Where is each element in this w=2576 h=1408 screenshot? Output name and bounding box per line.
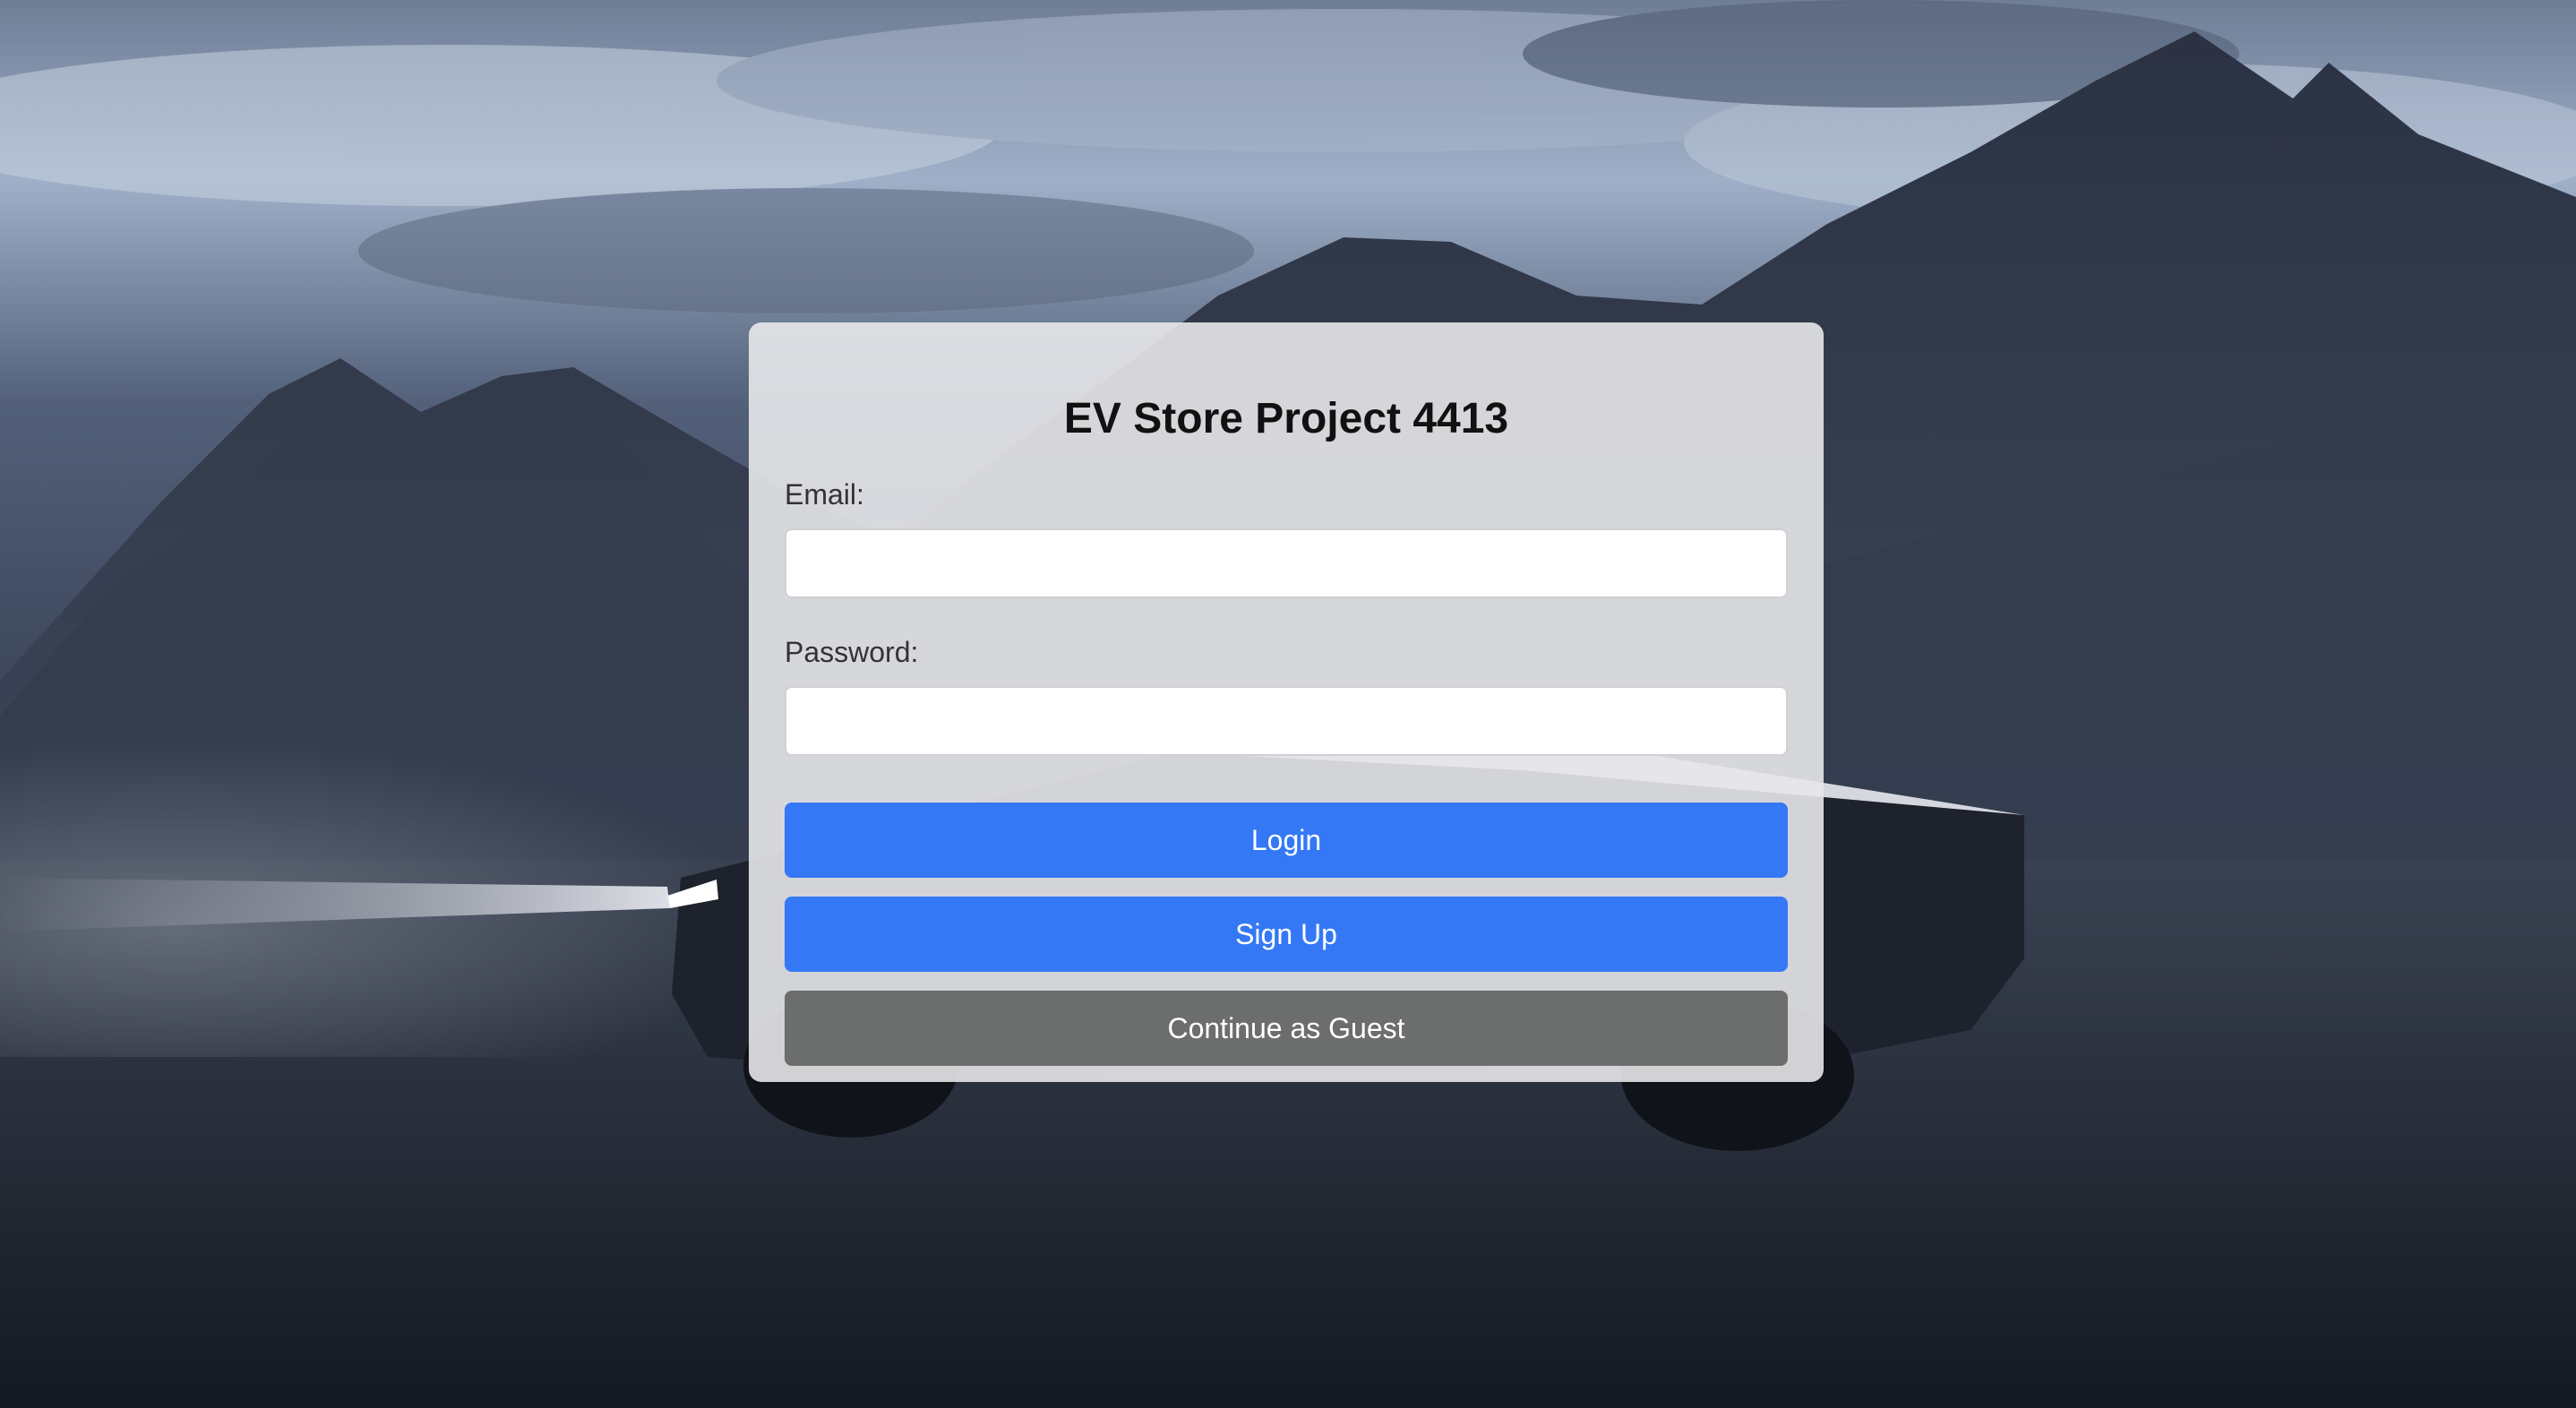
login-card: EV Store Project 4413 Email: Password: L…	[749, 322, 1824, 1082]
continue-as-guest-button[interactable]: Continue as Guest	[785, 991, 1788, 1066]
password-field[interactable]	[785, 686, 1788, 756]
email-field[interactable]	[785, 528, 1788, 598]
sign-up-button[interactable]: Sign Up	[785, 897, 1788, 972]
email-label: Email:	[785, 478, 864, 511]
login-button[interactable]: Login	[785, 803, 1788, 878]
password-label: Password:	[785, 636, 919, 668]
page-title: EV Store Project 4413	[1063, 395, 1509, 442]
login-page: EV Store Project 4413 Email: Password: L…	[0, 0, 2576, 1408]
